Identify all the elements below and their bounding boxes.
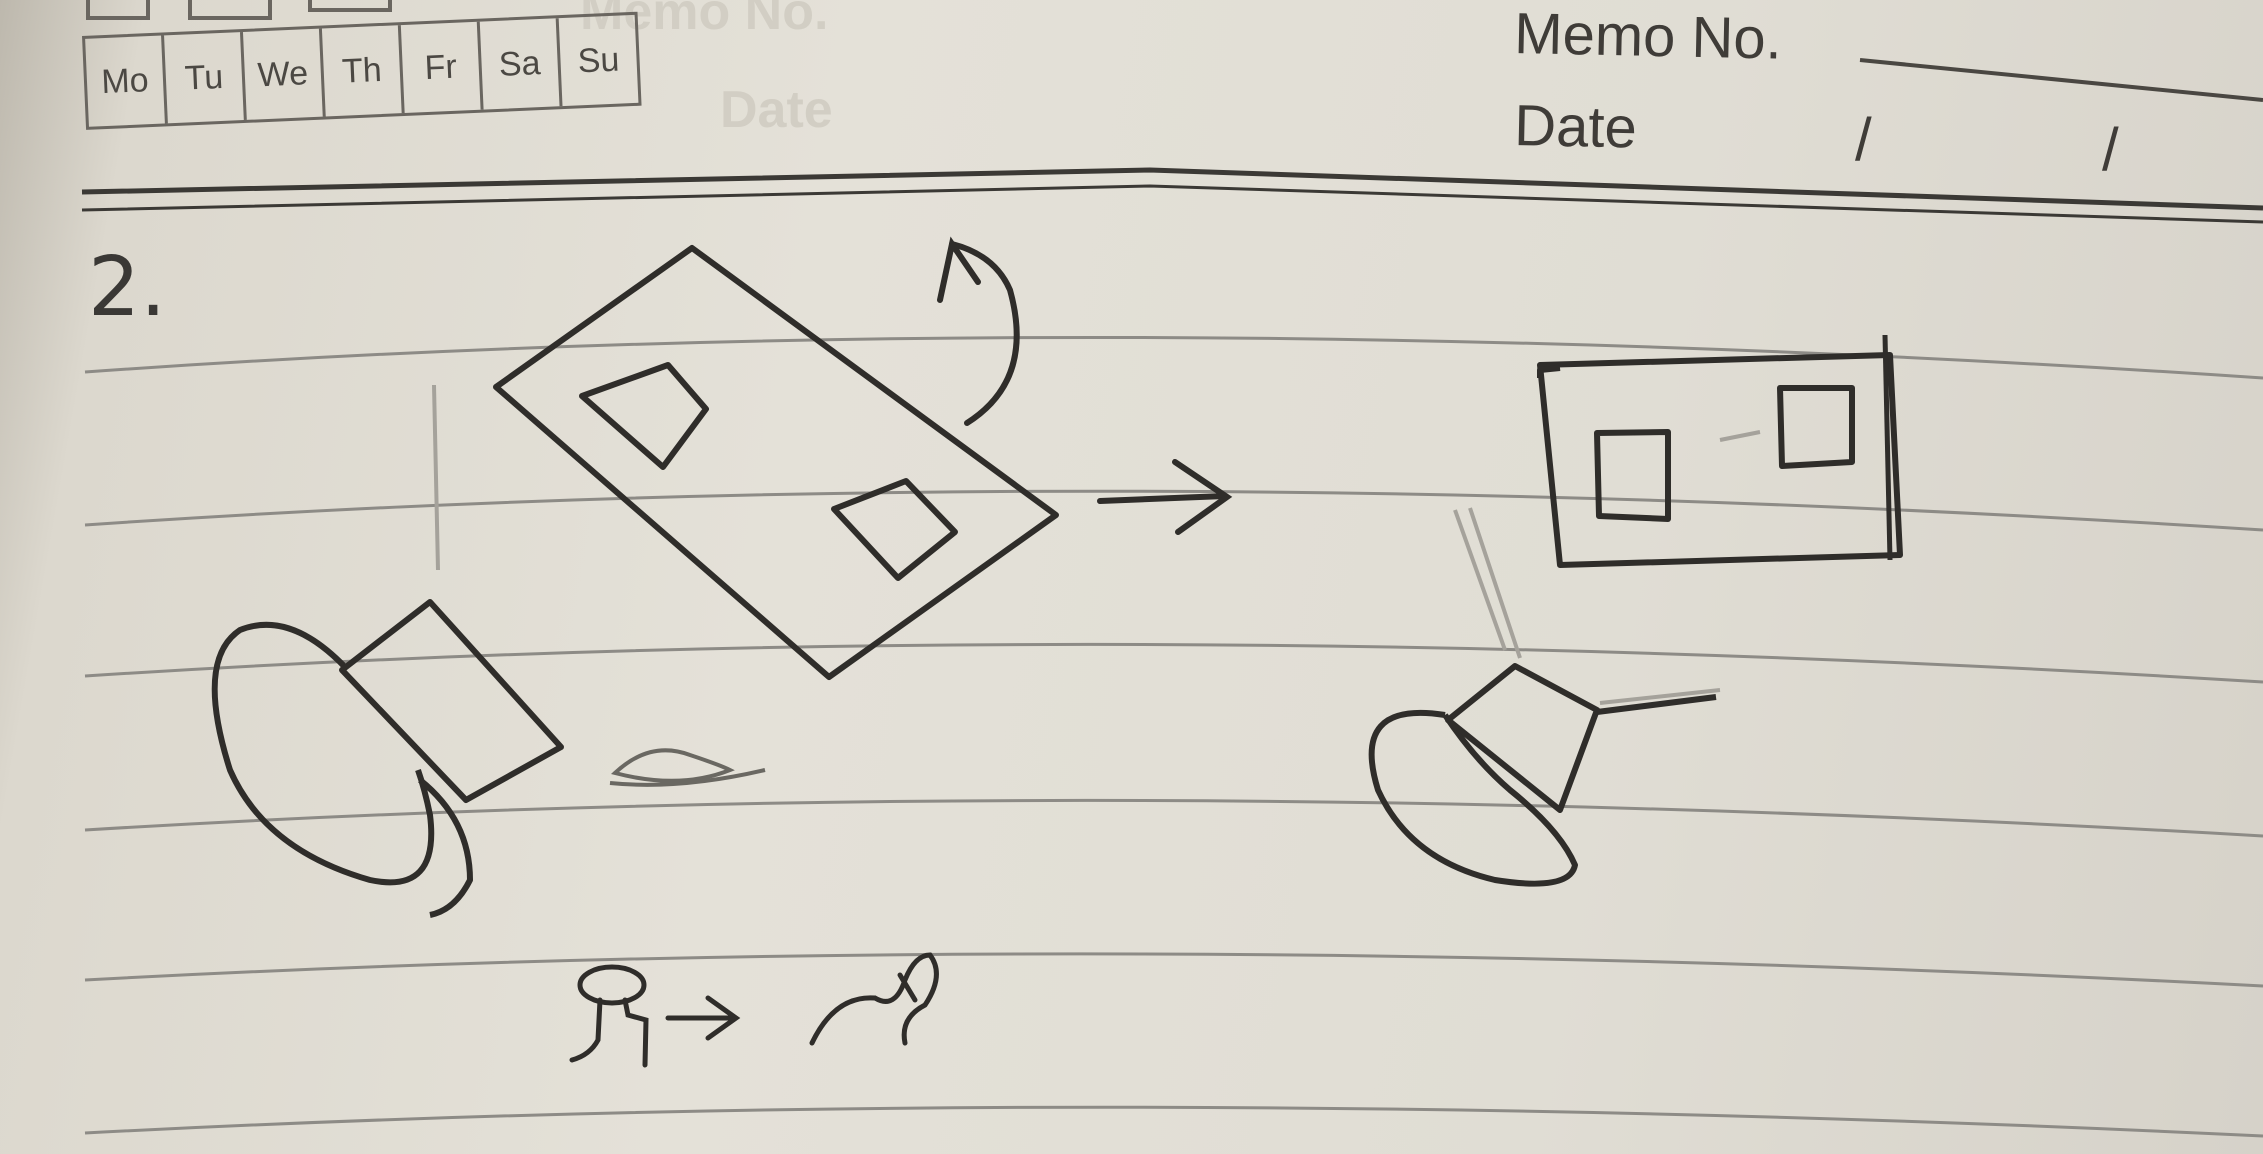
camera-sketch-left [211,599,564,918]
header-double-rule [81,167,2263,224]
pencil-guides [1453,430,1761,705]
notebook-page: Memo No. Date Mo Tu We Th Fr Sa Su Memo … [0,0,2263,1154]
memo-number-line [1859,58,2263,102]
right-arrow [1097,459,1233,535]
header-icons [86,0,392,20]
camera-sketch-right [1368,663,1717,887]
pencil-mark [432,384,440,571]
item-number: 2. [88,240,167,335]
date-slash-1: / [1855,106,1872,173]
lens-scribble [609,748,766,787]
page-drawing: / / [81,0,2263,1138]
tilted-screen-sketch [493,245,1059,680]
date-slash-2: / [2102,116,2119,183]
rotation-arrow [937,236,1020,426]
ruled-lines [84,335,2263,1138]
upright-screen-sketch [1537,334,1903,568]
figure-scribbles [569,952,939,1068]
